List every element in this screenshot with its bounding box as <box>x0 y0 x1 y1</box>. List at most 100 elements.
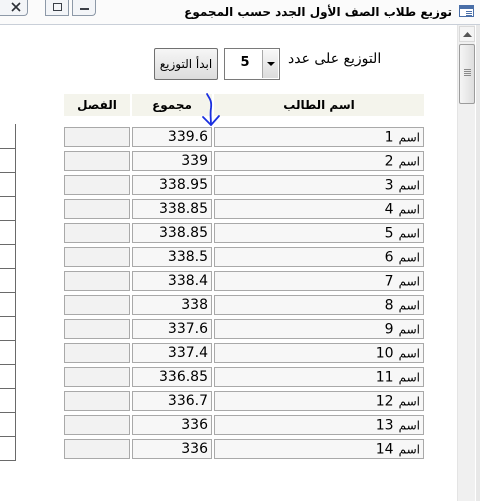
start-distribution-button[interactable]: ابدأ التوزيع <box>154 48 218 80</box>
student-name-field[interactable]: اسم 7 <box>214 271 424 291</box>
student-number: 11 <box>375 369 394 386</box>
class-field[interactable] <box>64 343 130 363</box>
student-name-label: اسم <box>398 298 420 313</box>
student-name-label: اسم <box>398 370 420 385</box>
header-class: الفصل <box>64 94 130 116</box>
table-row: اسم 10 337.4 <box>0 343 456 365</box>
student-name-field[interactable]: اسم 5 <box>214 223 424 243</box>
total-field[interactable]: 338.5 <box>132 247 212 267</box>
class-field[interactable] <box>64 127 130 147</box>
student-name-label: اسم <box>398 250 420 265</box>
total-field[interactable]: 336 <box>132 415 212 435</box>
student-name-label: اسم <box>398 130 420 145</box>
student-name-label: اسم <box>398 346 420 361</box>
class-field[interactable] <box>64 271 130 291</box>
total-field[interactable]: 338 <box>132 295 212 315</box>
table-row: اسم 7 338.4 <box>0 271 456 293</box>
class-field[interactable] <box>64 295 130 315</box>
student-number: 14 <box>375 441 394 458</box>
total-field[interactable]: 336 <box>132 439 212 459</box>
student-name-field[interactable]: اسم 14 <box>214 439 424 459</box>
table-row: اسم 3 338.95 <box>0 175 456 197</box>
distribute-label: التوزيع على عدد <box>288 51 382 67</box>
class-field[interactable] <box>64 439 130 459</box>
student-name-label: اسم <box>398 274 420 289</box>
student-number: 8 <box>384 297 394 314</box>
class-field[interactable] <box>64 223 130 243</box>
scroll-grip <box>464 69 471 70</box>
student-number: 10 <box>375 345 394 362</box>
class-field[interactable] <box>64 199 130 219</box>
scroll-thumb[interactable] <box>459 44 475 104</box>
student-name-label: اسم <box>398 154 420 169</box>
class-field[interactable] <box>64 415 130 435</box>
total-field[interactable]: 336.85 <box>132 367 212 387</box>
minimize-button[interactable] <box>72 0 96 16</box>
student-name-label: اسم <box>398 394 420 409</box>
restore-button[interactable] <box>45 0 69 16</box>
count-select[interactable]: 5 <box>224 48 280 80</box>
student-number: 5 <box>384 225 394 242</box>
close-icon <box>11 2 21 12</box>
table-row: اسم 11 336.85 <box>0 367 456 389</box>
title-bar: توزيع طلاب الصف الأول الجدد حسب المجموع <box>0 0 480 25</box>
total-field[interactable]: 338.85 <box>132 199 212 219</box>
student-name-label: اسم <box>398 202 420 217</box>
total-field[interactable]: 338.85 <box>132 223 212 243</box>
vertical-scrollbar[interactable] <box>457 25 475 501</box>
restore-icon <box>53 3 62 11</box>
table-row: اسم 13 336 <box>0 415 456 437</box>
student-name-field[interactable]: اسم 4 <box>214 199 424 219</box>
class-field[interactable] <box>64 367 130 387</box>
student-name-field[interactable]: اسم 1 <box>214 127 424 147</box>
student-name-field[interactable]: اسم 11 <box>214 367 424 387</box>
student-name-label: اسم <box>398 322 420 337</box>
class-field[interactable] <box>64 247 130 267</box>
student-number: 2 <box>384 153 394 170</box>
student-name-label: اسم <box>398 226 420 241</box>
class-field[interactable] <box>64 391 130 411</box>
table-row: اسم 6 338.5 <box>0 247 456 269</box>
student-name-field[interactable]: اسم 10 <box>214 343 424 363</box>
student-name-label: اسم <box>398 442 420 457</box>
total-field[interactable]: 337.6 <box>132 319 212 339</box>
table-row: اسم 1 339.6 <box>0 127 456 149</box>
student-name-field[interactable]: اسم 8 <box>214 295 424 315</box>
dropdown-arrow-icon[interactable] <box>262 50 278 78</box>
student-number: 4 <box>384 201 394 218</box>
scroll-up-icon <box>463 32 472 37</box>
table-row: اسم 9 337.6 <box>0 319 456 341</box>
student-name-label: اسم <box>398 178 420 193</box>
student-number: 13 <box>375 417 394 434</box>
total-field[interactable]: 338.95 <box>132 175 212 195</box>
scroll-up-button[interactable] <box>459 26 475 42</box>
total-field[interactable]: 339 <box>132 151 212 171</box>
student-name-field[interactable]: اسم 3 <box>214 175 424 195</box>
window-title: توزيع طلاب الصف الأول الجدد حسب المجموع <box>184 5 452 19</box>
table-row: اسم 8 338 <box>0 295 456 317</box>
table-row: اسم 5 338.85 <box>0 223 456 245</box>
student-number: 7 <box>384 273 394 290</box>
table-row: اسم 4 338.85 <box>0 199 456 221</box>
class-field[interactable] <box>64 175 130 195</box>
total-field[interactable]: 336.7 <box>132 391 212 411</box>
student-name-field[interactable]: اسم 12 <box>214 391 424 411</box>
form-icon <box>459 5 474 17</box>
class-field[interactable] <box>64 319 130 339</box>
close-button[interactable] <box>0 0 28 16</box>
total-field[interactable]: 338.4 <box>132 271 212 291</box>
student-number: 1 <box>384 129 394 146</box>
total-field[interactable]: 337.4 <box>132 343 212 363</box>
student-name-field[interactable]: اسم 6 <box>214 247 424 267</box>
count-value: 5 <box>240 55 250 70</box>
student-number: 12 <box>375 393 394 410</box>
class-field[interactable] <box>64 151 130 171</box>
student-name-field[interactable]: اسم 9 <box>214 319 424 339</box>
student-name-field[interactable]: اسم 13 <box>214 415 424 435</box>
total-field[interactable]: 339.6 <box>132 127 212 147</box>
minimize-icon <box>80 8 89 10</box>
student-number: 9 <box>384 321 394 338</box>
student-name-field[interactable]: اسم 2 <box>214 151 424 171</box>
table-row: اسم 2 339 <box>0 151 456 173</box>
header-student-name: اسم الطالب <box>214 94 424 116</box>
